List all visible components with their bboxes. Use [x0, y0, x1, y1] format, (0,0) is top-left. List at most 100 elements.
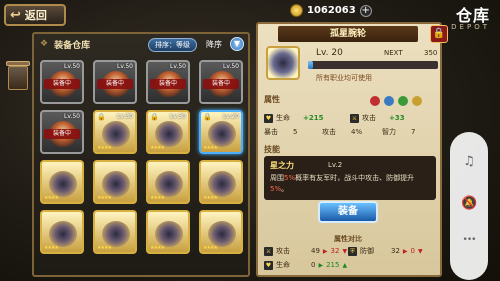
equipment-item-icon: [49, 221, 77, 247]
add-gold-button[interactable]: +: [359, 4, 372, 17]
attr-crit: 暴击 5: [264, 127, 322, 137]
equipment-item-icon: [208, 171, 236, 197]
equipment-slot[interactable]: Lv.50 装备中: [199, 60, 243, 104]
equipment-slot[interactable]: Lv.50 装备中: [40, 110, 84, 154]
equipment-item-icon: [208, 221, 236, 247]
rarity-stars-icon: ★★★★: [203, 245, 218, 251]
wind-element-icon: [397, 96, 408, 106]
equipment-slot[interactable]: Lv.30 🔒 ★★★★: [146, 110, 190, 154]
equipment-slot[interactable]: ★★★★: [40, 210, 84, 254]
equipment-slot[interactable]: ★★★★: [93, 160, 137, 204]
item-detail-panel: 孤星腕轮 🔒 Lv. 20 NEXT 350 所有职业均可使用 属性 ♥ 生命 …: [256, 22, 448, 277]
def-value: 7: [411, 128, 416, 136]
equipment-item-icon: [155, 171, 183, 197]
skill-desc-pct1: 5%: [284, 174, 296, 182]
compare-hp: ♥ 生命 0 ▶ 215 ▲: [264, 260, 347, 270]
attr-row-2: 暴击 5 攻击 4% 智力 7: [264, 126, 436, 138]
equipment-slot[interactable]: ★★★★: [199, 160, 243, 204]
compare-attack: ⚔ 攻击 49 ▶ 32 ▼: [264, 246, 347, 256]
equipment-item-icon: [102, 171, 130, 197]
attr-atk: ⚔ 攻击 +33: [350, 113, 405, 123]
exp-value: 350: [424, 49, 438, 57]
skill-desc-part1: 周围: [270, 174, 284, 182]
atk2-value: 4%: [351, 128, 363, 136]
mute-bell-icon[interactable]: 🔕: [461, 196, 477, 212]
slot-level: Lv.20: [223, 113, 239, 120]
item-level: Lv. 20: [316, 48, 343, 58]
rarity-stars-icon: ★★★★: [150, 145, 165, 151]
compare-atk-to: 32: [330, 247, 340, 255]
rarity-stars-icon: ★★★★: [203, 195, 218, 201]
water-element-icon: [383, 96, 394, 106]
slot-level: Lv.50: [64, 113, 80, 120]
equipment-slot[interactable]: ★★★★: [199, 210, 243, 254]
back-arrow-icon: ↩: [10, 7, 21, 23]
equipment-slot[interactable]: Lv.50 装备中: [146, 60, 190, 104]
attr-hp: ♥ 生命 +215: [264, 113, 350, 123]
bin-body: [8, 66, 28, 90]
equipment-slot[interactable]: Lv.50 装备中: [40, 60, 84, 104]
skill-name: 星之力: [270, 161, 294, 170]
rarity-stars-icon: ★★★★: [150, 195, 165, 201]
up-arrow-icon: ▲: [342, 261, 348, 269]
atk2-label: 攻击: [322, 128, 336, 136]
skill-box: 星之力 Lv.2 周围5%概率有友军时，战斗中攻击、防御提升5%。: [264, 156, 436, 200]
skill-header: 技能: [264, 145, 280, 154]
more-options-icon[interactable]: •••: [461, 232, 477, 248]
slot-level: Lv.30: [170, 113, 186, 120]
equip-note: 所有职业均可使用: [316, 74, 372, 82]
order-label: 降序: [206, 40, 222, 49]
attack-icon: ⚔: [264, 246, 273, 256]
rarity-stars-icon: ★★★★: [203, 145, 218, 151]
down-arrow-icon: ▼: [418, 247, 423, 255]
gold-amount: 1062063: [307, 5, 356, 16]
gold-counter: 1062063 +: [290, 4, 372, 17]
rarity-stars-icon: ★★★★: [150, 245, 165, 251]
earth-element-icon: [411, 96, 422, 106]
next-label: NEXT: [384, 49, 403, 57]
compare-def-to: 0: [410, 247, 416, 255]
equipment-item-icon: [49, 171, 77, 197]
rarity-stars-icon: ★★★★: [44, 245, 59, 251]
equipment-slot[interactable]: Lv.50 装备中: [93, 60, 137, 104]
skill-desc-part2: 概率有友军时，战斗中攻击、防御提: [295, 174, 408, 182]
slot-level: Lv.50: [117, 63, 133, 70]
equipment-slot[interactable]: ★★★★: [146, 210, 190, 254]
lock-icon[interactable]: 🔒: [430, 25, 448, 43]
atk-value: +33: [389, 114, 405, 122]
equipped-badge: 装备中: [97, 79, 133, 89]
equipment-slot[interactable]: ★★★★: [93, 210, 137, 254]
attr-int: 智力 7: [382, 127, 415, 137]
lock-icon: 🔒: [97, 113, 106, 121]
skill-desc-pct2: 5%: [270, 185, 282, 193]
crit-value: 5: [293, 128, 298, 136]
exp-bar-fill: [308, 61, 314, 69]
equip-button[interactable]: 装备: [318, 201, 378, 223]
rarity-stars-icon: ★★★★: [44, 195, 59, 201]
slot-level: Lv.50: [64, 63, 80, 70]
equipment-slot[interactable]: Lv.30 🔒 ★★★★: [93, 110, 137, 154]
sort-button[interactable]: 排序：等级: [148, 38, 197, 52]
slot-level: Lv.50: [223, 63, 239, 70]
equipment-slot[interactable]: ★★★★: [40, 160, 84, 204]
equipment-slot[interactable]: Lv.20 🔒 ★★★★: [199, 110, 243, 154]
music-icon[interactable]: ♫: [461, 154, 477, 170]
order-toggle-button[interactable]: ▼: [230, 37, 244, 51]
depot-title-en: DEPOT: [451, 23, 490, 31]
bracelet-icon: [266, 46, 300, 80]
hp-value: +215: [303, 114, 324, 122]
back-label: 返回: [24, 9, 47, 22]
ornament-icon: ❖: [40, 39, 49, 49]
equipment-item-icon: [208, 121, 236, 147]
skill-desc-end: 。: [281, 185, 289, 193]
back-button[interactable]: ↩ 返回: [4, 4, 66, 26]
attr-element-icons: [370, 96, 424, 106]
discard-bin-icon[interactable]: [4, 56, 32, 94]
lock-icon: 🔒: [150, 113, 159, 121]
attr-header: 属性: [264, 95, 280, 104]
attr-row-1: ♥ 生命 +215 ⚔ 攻击 +33: [264, 112, 436, 124]
equipment-slot[interactable]: ★★★★: [146, 160, 190, 204]
equipped-badge: 装备中: [203, 79, 239, 89]
depot-title: 仓库 DEPOT: [451, 2, 490, 31]
down-arrow-icon: ▼: [342, 247, 348, 255]
